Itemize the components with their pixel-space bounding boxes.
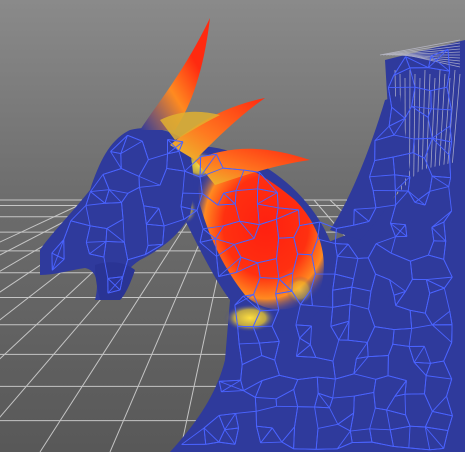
mesh-edge <box>316 448 338 450</box>
mesh-edge <box>293 448 317 450</box>
mesh-edge <box>404 394 407 415</box>
mesh-edge <box>357 257 369 259</box>
3d-viewport[interactable] <box>0 0 465 452</box>
mesh-edge <box>353 396 355 414</box>
viewport-canvas[interactable] <box>0 0 465 452</box>
mesh-edge <box>430 90 432 109</box>
mesh-edge <box>353 209 355 226</box>
